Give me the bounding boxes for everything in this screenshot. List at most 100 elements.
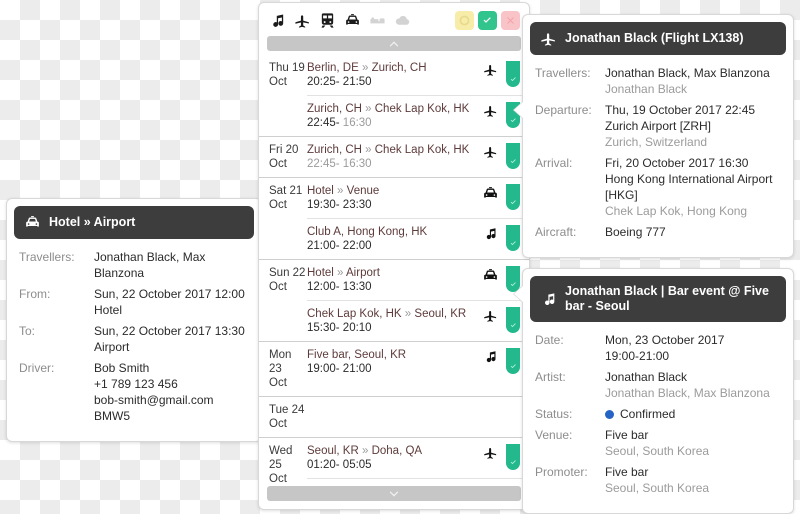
timeline-event[interactable]: Hotel » Venue 19:30- 23:30 bbox=[307, 178, 529, 218]
event-status-tag[interactable] bbox=[506, 348, 520, 374]
timeline-day-row: Wed 25 Oct Seoul, KR » Doha, QA 01:20- 05:0… bbox=[259, 437, 529, 482]
scroll-up-button[interactable] bbox=[267, 36, 521, 51]
field-value: Five bar Seoul, South Korea bbox=[605, 428, 710, 458]
event-title: Seoul, KR » Doha, QA bbox=[307, 445, 423, 457]
timeline-event[interactable]: Chek Lap Kok, HK » Seoul, KR 15:30- 20:10 bbox=[307, 300, 529, 341]
field-subvalue: Jonathan Black bbox=[605, 82, 688, 96]
event-text: Club A, Hong Kong, HK 21:00- 22:00 bbox=[307, 225, 477, 253]
field-label: Promoter: bbox=[535, 465, 588, 479]
event-title: Zurich, CH » Chek Lap Kok, HK bbox=[307, 103, 470, 115]
field-subvalue: Zurich, Switzerland bbox=[605, 135, 708, 149]
taxi-icon bbox=[24, 214, 41, 231]
field-label: Aircraft: bbox=[535, 225, 577, 239]
day-label: Fri 20 Oct bbox=[259, 137, 307, 177]
field-label: From: bbox=[19, 287, 51, 301]
field-value: Sun, 22 October 2017 12:00 Hotel bbox=[94, 287, 245, 317]
field-subvalue: Chek Lap Kok, Hong Kong bbox=[605, 204, 748, 218]
field-row: Travellers: Jonathan Black, Max Blanzona… bbox=[535, 65, 781, 97]
day-label: Sat 21 Oct bbox=[259, 178, 307, 259]
day-date: Mon 23 bbox=[269, 349, 292, 375]
event-title: Club A, Hong Kong, HK bbox=[307, 226, 428, 238]
field-value: Jonathan Black, Max Blanzona Jonathan Bl… bbox=[605, 66, 770, 96]
field-value: Bob Smith +1 789 123 456 bob-smith@gmail… bbox=[94, 361, 214, 423]
taxi-card-title: Hotel » Airport bbox=[49, 215, 136, 229]
event-title: Zurich, CH » Chek Lap Kok, HK bbox=[307, 144, 470, 156]
timeline-day-row: Thu 19 Oct Berlin, DE » Zurich, CH 20:25- 2… bbox=[259, 55, 529, 136]
timeline-event[interactable]: Hotel » Airport 12:00- 13:30 bbox=[307, 260, 529, 300]
timeline-event[interactable]: Five bar, Seoul, KR 19:00- 21:00 bbox=[307, 342, 529, 382]
timeline-event[interactable]: Zurich, CH » Chek Lap Kok, HK 22:45- 16:3… bbox=[307, 137, 529, 177]
status-cancelled-button[interactable] bbox=[501, 11, 520, 30]
timeline-event[interactable]: Zurich, CH » Chek Lap Kok, HK 22:45- 16:3… bbox=[307, 95, 529, 136]
status-pending-button[interactable] bbox=[455, 11, 474, 30]
day-date: Tue 24 bbox=[269, 404, 305, 416]
timeline-event[interactable]: Club A, Hong Kong, HK 21:00- 22:00 bbox=[307, 218, 529, 259]
event-text: Zurich, CH » Chek Lap Kok, HK 22:45- 16:3… bbox=[307, 143, 477, 171]
field-row: To: Sun, 22 October 2017 13:30 Airport bbox=[19, 323, 249, 355]
day-events: Zurich, CH » Chek Lap Kok, HK 22:45- 16:3… bbox=[307, 137, 529, 177]
event-title: Hotel » Venue bbox=[307, 185, 380, 197]
event-time: 19:30- 23:30 bbox=[307, 199, 372, 211]
event-status-tag[interactable] bbox=[506, 225, 520, 251]
event-title: Hotel » Airport bbox=[307, 267, 380, 279]
arrival-airport: Hong Kong International Airport [HKG] bbox=[605, 172, 773, 202]
flight-card-header: Jonathan Black (Flight LX138) bbox=[530, 22, 786, 55]
status-confirmed-button[interactable] bbox=[478, 11, 497, 30]
timeline-event[interactable]: Doha, QA » Berlin, DE06:55- 12:25 bbox=[307, 478, 529, 482]
taxi-icon[interactable] bbox=[343, 12, 361, 30]
day-month: Oct bbox=[269, 281, 287, 293]
day-label: Wed 25 Oct bbox=[259, 438, 307, 482]
scroll-down-button[interactable] bbox=[267, 486, 521, 501]
field-label: Driver: bbox=[19, 361, 55, 375]
plane-icon bbox=[477, 61, 503, 77]
field-value: Mon, 23 October 2017 19:00-21:00 bbox=[605, 333, 725, 363]
event-title: Berlin, DE » Zurich, CH bbox=[307, 62, 427, 74]
plane-icon[interactable] bbox=[293, 12, 311, 30]
field-row: Aircraft: Boeing 777 bbox=[535, 224, 781, 240]
event-title: Five bar, Seoul, KR bbox=[307, 349, 407, 361]
field-row: Travellers: Jonathan Black, Max Blanzona bbox=[19, 249, 249, 281]
field-label: Departure: bbox=[535, 103, 592, 117]
callout-pointer bbox=[514, 102, 523, 118]
cloud-icon[interactable] bbox=[393, 12, 411, 30]
event-status-tag[interactable] bbox=[506, 444, 520, 470]
status-dot-icon bbox=[605, 410, 614, 420]
field-label: Status: bbox=[535, 407, 573, 421]
event-time: 12:00- 13:30 bbox=[307, 281, 372, 293]
event-status-tag[interactable] bbox=[506, 143, 520, 169]
event-time: 15:30- 20:10 bbox=[307, 322, 372, 334]
event-title: Chek Lap Kok, HK » Seoul, KR bbox=[307, 308, 467, 320]
music-icon bbox=[540, 291, 557, 308]
event-status-tag[interactable] bbox=[506, 184, 520, 210]
day-date: Fri 20 bbox=[269, 144, 299, 156]
event-status-tag[interactable] bbox=[506, 307, 520, 333]
taxi-detail-card: Hotel » Airport Travellers: Jonathan Bla… bbox=[6, 198, 271, 442]
plane-icon bbox=[477, 307, 503, 323]
day-label: Thu 19 Oct bbox=[259, 55, 307, 136]
timeline-event[interactable]: Seoul, KR » Doha, QA 01:20- 05:05 bbox=[307, 438, 529, 478]
day-events: Seoul, KR » Doha, QA 01:20- 05:05 Doha, QA… bbox=[307, 438, 529, 482]
departure-airport: Zurich Airport [ZRH] bbox=[605, 119, 712, 133]
field-label: Venue: bbox=[535, 428, 573, 442]
status-badge: Confirmed bbox=[605, 406, 675, 422]
timeline-event[interactable]: Berlin, DE » Zurich, CH 20:25- 21:50 bbox=[307, 55, 529, 95]
type-filter-group bbox=[268, 12, 455, 30]
field-subvalue: Hotel bbox=[94, 303, 123, 317]
music-icon[interactable] bbox=[268, 12, 286, 30]
timeline-day-row: Fri 20 Oct Zurich, CH » Chek Lap Kok, HK 22… bbox=[259, 136, 529, 177]
event-text: Hotel » Airport 12:00- 13:30 bbox=[307, 266, 477, 294]
bed-icon[interactable] bbox=[368, 12, 386, 30]
plane-icon bbox=[477, 143, 503, 159]
field-row: From: Sun, 22 October 2017 12:00 Hotel bbox=[19, 286, 249, 318]
field-value: Fri, 20 October 2017 16:30 Hong Kong Int… bbox=[605, 155, 781, 219]
itinerary-panel: Thu 19 Oct Berlin, DE » Zurich, CH 20:25- 2… bbox=[258, 2, 530, 510]
taxi-card-body: Travellers: Jonathan Black, Max Blanzona… bbox=[7, 243, 261, 441]
train-icon[interactable] bbox=[318, 12, 336, 30]
field-value: Sun, 22 October 2017 13:30 Airport bbox=[94, 324, 245, 354]
field-subvalue: Seoul, South Korea bbox=[605, 481, 710, 495]
field-label: Date: bbox=[535, 333, 564, 347]
day-month: Oct bbox=[269, 418, 287, 430]
field-label: To: bbox=[19, 324, 36, 338]
timeline-day-row: Mon 23 Oct Five bar, Seoul, KR 19:00- 21:00 bbox=[259, 341, 529, 396]
event-status-tag[interactable] bbox=[506, 61, 520, 87]
